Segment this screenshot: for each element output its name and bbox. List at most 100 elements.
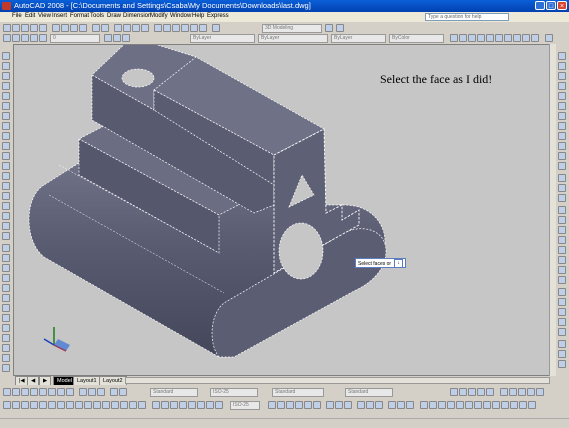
subtract-icon[interactable] — [558, 184, 566, 192]
modify-mirror-icon[interactable] — [21, 401, 29, 409]
trim-icon[interactable] — [2, 334, 10, 342]
solid-box-icon[interactable] — [268, 401, 276, 409]
separate-icon[interactable] — [558, 308, 566, 316]
revcloud-icon[interactable] — [2, 122, 10, 130]
hatch-icon[interactable] — [2, 192, 10, 200]
ucs-view-icon[interactable] — [456, 401, 464, 409]
modify-rotate-icon[interactable] — [57, 401, 65, 409]
ucs-previous-icon[interactable] — [429, 401, 437, 409]
ucs-object-icon[interactable] — [447, 401, 455, 409]
shell-icon[interactable] — [558, 318, 566, 326]
layer-on-icon[interactable] — [21, 34, 29, 42]
pan-icon[interactable] — [114, 24, 122, 32]
3d-orbit-icon[interactable] — [558, 340, 566, 348]
snap-tangent-icon[interactable] — [197, 401, 205, 409]
modify-move-icon[interactable] — [48, 401, 56, 409]
ucs-zaxis-icon[interactable] — [474, 401, 482, 409]
3d-zoom-icon[interactable] — [558, 360, 566, 368]
line-icon[interactable] — [2, 52, 10, 60]
snap-node-icon[interactable] — [215, 401, 223, 409]
camera-icon[interactable] — [357, 401, 365, 409]
ellipse-arc-icon[interactable] — [2, 152, 10, 160]
close-button[interactable]: × — [557, 1, 567, 10]
table-icon[interactable] — [2, 222, 10, 230]
match-properties-icon[interactable] — [79, 24, 87, 32]
tool-palettes-icon[interactable] — [172, 24, 180, 32]
shademode-realistic-icon[interactable] — [477, 388, 485, 396]
zoom-window-2-icon[interactable] — [459, 34, 467, 42]
text-style-select[interactable]: Standard — [150, 388, 198, 397]
layer-manager-icon[interactable] — [3, 34, 11, 42]
plotstyle-select[interactable]: ByColor — [389, 34, 444, 43]
check-icon[interactable] — [558, 328, 566, 336]
menu-tools[interactable]: Tools — [90, 13, 104, 19]
insert-block-icon[interactable] — [2, 162, 10, 170]
baseline-icon[interactable] — [88, 388, 96, 396]
solid-torus-icon[interactable] — [304, 401, 312, 409]
layer-previous-icon[interactable] — [113, 34, 121, 42]
down-arrow-icon[interactable]: ↓ — [394, 259, 404, 268]
minimize-button[interactable]: _ — [535, 1, 545, 10]
dim-linear-icon[interactable] — [3, 388, 11, 396]
mirror-icon[interactable] — [2, 264, 10, 272]
imprint-icon[interactable] — [558, 288, 566, 296]
layer-iso-icon[interactable] — [122, 34, 130, 42]
free-orbit-icon[interactable] — [335, 401, 343, 409]
lineweight-select[interactable]: ByLayer — [331, 34, 386, 43]
explode-icon[interactable] — [2, 364, 10, 372]
offset-icon[interactable] — [2, 274, 10, 282]
zoom-window-icon[interactable] — [132, 24, 140, 32]
menu-express[interactable]: Express — [207, 13, 229, 19]
open-icon[interactable] — [12, 24, 20, 32]
ucs-origin-icon[interactable] — [465, 401, 473, 409]
new-icon[interactable] — [3, 24, 11, 32]
dim-diameter-icon[interactable] — [57, 388, 65, 396]
offset-faces-icon[interactable] — [558, 226, 566, 234]
delete-faces-icon[interactable] — [558, 236, 566, 244]
undo-icon[interactable] — [92, 24, 100, 32]
solid-cylinder-icon[interactable] — [277, 401, 285, 409]
rectangle-icon[interactable] — [2, 92, 10, 100]
gear-icon[interactable] — [336, 24, 344, 32]
dim-angular-icon[interactable] — [66, 388, 74, 396]
material-icon[interactable] — [397, 401, 405, 409]
intersect-icon[interactable] — [558, 194, 566, 202]
menu-file[interactable]: File — [12, 13, 22, 19]
ucs-apply-icon[interactable] — [519, 401, 527, 409]
menu-modify[interactable]: Modify — [150, 13, 168, 19]
rotate-faces-icon[interactable] — [558, 246, 566, 254]
array-icon[interactable] — [2, 284, 10, 292]
menu-draw[interactable]: Draw — [107, 13, 121, 19]
circle-icon[interactable] — [2, 112, 10, 120]
dim-jogged-icon[interactable] — [48, 388, 56, 396]
snap-center-icon[interactable] — [179, 401, 187, 409]
solid-wedge-icon[interactable] — [313, 401, 321, 409]
snap-quadrant-icon[interactable] — [188, 401, 196, 409]
revolve-icon[interactable] — [558, 132, 566, 140]
layer-lock-icon[interactable] — [39, 34, 47, 42]
rotate-icon[interactable] — [2, 304, 10, 312]
design-center-icon[interactable] — [163, 24, 171, 32]
left-view-icon[interactable] — [527, 388, 535, 396]
workspace-settings-icon[interactable] — [325, 24, 333, 32]
pyramid-icon[interactable] — [558, 112, 566, 120]
zoom-extents-2-icon[interactable] — [531, 34, 539, 42]
menu-edit[interactable]: Edit — [25, 13, 35, 19]
region-icon[interactable] — [2, 212, 10, 220]
table-style-select[interactable]: Standard — [272, 388, 324, 397]
3d-pan-icon[interactable] — [558, 350, 566, 358]
named-views-icon[interactable] — [500, 388, 508, 396]
modify-offset-icon[interactable] — [30, 401, 38, 409]
modify-array-icon[interactable] — [39, 401, 47, 409]
sheet-set-icon[interactable] — [181, 24, 189, 32]
properties-icon[interactable] — [154, 24, 162, 32]
ucs-x-icon[interactable] — [492, 401, 500, 409]
snap-endpoint-icon[interactable] — [152, 401, 160, 409]
quick-dim-icon[interactable] — [79, 388, 87, 396]
continue-icon[interactable] — [97, 388, 105, 396]
copy-faces-icon[interactable] — [558, 266, 566, 274]
dim-arc-icon[interactable] — [21, 388, 29, 396]
shademode-hidden-icon[interactable] — [468, 388, 476, 396]
continuous-orbit-icon[interactable] — [344, 401, 352, 409]
mtext-icon[interactable] — [2, 232, 10, 240]
